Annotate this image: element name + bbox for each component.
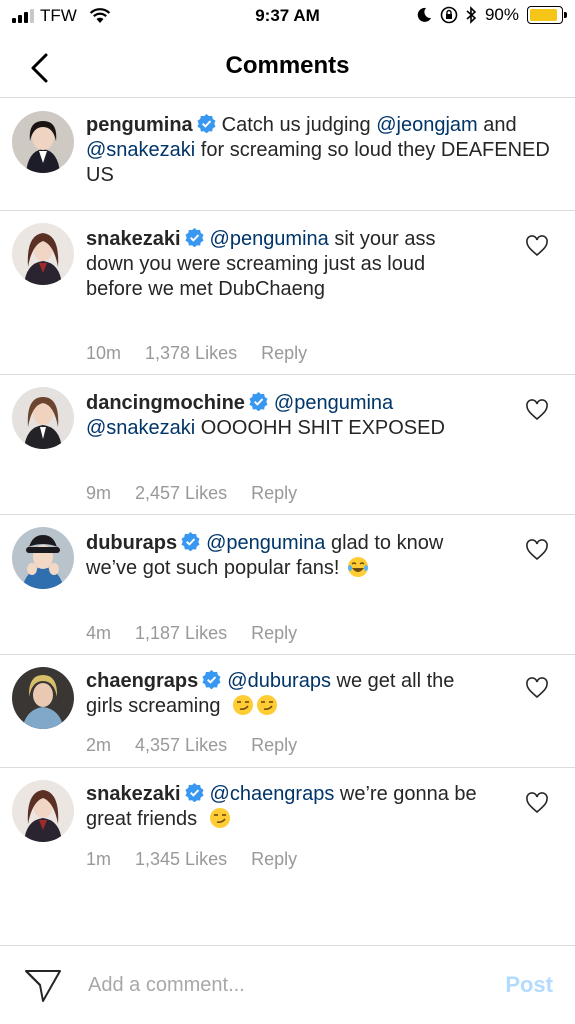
- comment-time: 1m: [86, 849, 112, 869]
- comment-text-block: chaengraps @duburaps we get all the girls…: [86, 669, 486, 719]
- likes-count[interactable]: 1,345 Likes: [135, 849, 227, 870]
- comment-meta: 4m 1,187 Likes Reply: [86, 623, 297, 644]
- verified-badge-icon: [184, 228, 204, 247]
- likes-count[interactable]: 2,457 Likes: [135, 483, 227, 504]
- heart-icon[interactable]: [525, 677, 549, 699]
- bluetooth-icon: [466, 6, 477, 24]
- username[interactable]: chaengraps: [86, 670, 198, 692]
- verified-badge-icon: [181, 532, 200, 551]
- mention-link[interactable]: @pengumina: [206, 532, 325, 554]
- status-bar: TFW 9:37 AM 90%: [0, 0, 575, 34]
- verified-badge-icon: [184, 783, 204, 802]
- mention-link[interactable]: @pengumina: [274, 392, 393, 414]
- caption-text: pengumina Catch us judging @jeongjam and …: [86, 113, 556, 188]
- heart-icon[interactable]: [525, 539, 549, 561]
- comment-item: dancingmochine @pengumina @snakezaki OOOO…: [0, 375, 575, 515]
- status-right: 90%: [416, 5, 567, 25]
- moon-icon: [417, 7, 431, 22]
- heart-icon[interactable]: [525, 235, 549, 257]
- paper-plane-icon[interactable]: [24, 968, 62, 1004]
- avatar[interactable]: [12, 387, 74, 449]
- username[interactable]: duburaps: [86, 532, 177, 554]
- battery-icon: [527, 6, 567, 24]
- post-button[interactable]: Post: [505, 972, 553, 998]
- comment-input[interactable]: [88, 970, 468, 1000]
- mention-link[interactable]: @jeongjam: [376, 114, 477, 136]
- nav-bar: Comments: [0, 34, 575, 98]
- mention-link[interactable]: @chaengraps: [210, 783, 335, 805]
- username[interactable]: snakezaki: [86, 783, 181, 805]
- comment-time: 4m: [86, 623, 112, 643]
- battery-percent: 90%: [484, 5, 519, 24]
- heart-icon[interactable]: [525, 792, 549, 814]
- comment-input-bar: Post: [0, 945, 575, 1024]
- mention-link[interactable]: @duburaps: [227, 670, 331, 692]
- avatar[interactable]: [12, 223, 74, 285]
- comment-text: Catch us judging: [221, 114, 377, 136]
- comment-text-block: duburaps @pengumina glad to know we’ve go…: [86, 531, 486, 581]
- verified-badge-icon: [202, 670, 221, 689]
- smirk-emoji-icon: [209, 808, 230, 828]
- comment-item: snakezaki @chaengraps we’re gonna be grea…: [0, 768, 575, 908]
- likes-count[interactable]: 1,378 Likes: [145, 343, 237, 364]
- avatar[interactable]: [12, 667, 74, 729]
- username[interactable]: dancingmochine: [86, 392, 245, 414]
- comment-time: 9m: [86, 483, 112, 503]
- comment-meta: 9m 2,457 Likes Reply: [86, 483, 297, 504]
- caption-item: pengumina Catch us judging @jeongjam and …: [0, 99, 575, 211]
- battery-fill: [530, 9, 557, 21]
- comment-meta: 1m 1,345 Likes Reply: [86, 849, 297, 870]
- avatar[interactable]: [12, 111, 74, 173]
- comment-meta: 10m 1,378 Likes Reply: [86, 343, 307, 364]
- comment-text-block: dancingmochine @pengumina @snakezaki OOOO…: [86, 391, 486, 441]
- comment-item: snakezaki @pengumina sit your ass down yo…: [0, 211, 575, 375]
- comment-time: 10m: [86, 343, 122, 363]
- comment-time: 2m: [86, 735, 112, 755]
- mention-link[interactable]: @snakezaki: [86, 417, 195, 439]
- mention-link[interactable]: @snakezaki: [86, 139, 195, 161]
- verified-badge-icon: [249, 392, 268, 411]
- reply-button[interactable]: Reply: [251, 483, 297, 504]
- heart-icon[interactable]: [525, 399, 549, 421]
- comment-text-block: snakezaki @chaengraps we’re gonna be grea…: [86, 782, 486, 832]
- avatar[interactable]: [12, 780, 74, 842]
- comment-item: duburaps @pengumina glad to know we’ve go…: [0, 515, 575, 655]
- comment-item: chaengraps @duburaps we get all the girls…: [0, 655, 575, 768]
- tears-of-joy-emoji-icon: [348, 557, 369, 577]
- reply-button[interactable]: Reply: [261, 343, 307, 364]
- likes-count[interactable]: 1,187 Likes: [135, 623, 227, 644]
- verified-badge-icon: [197, 114, 216, 133]
- page-title: Comments: [225, 52, 350, 79]
- smirk-emoji-icon: [233, 695, 254, 715]
- reply-button[interactable]: Reply: [251, 849, 297, 870]
- likes-count[interactable]: 4,357 Likes: [135, 735, 227, 756]
- comment-text-block: snakezaki @pengumina sit your ass down yo…: [86, 227, 486, 302]
- reply-button[interactable]: Reply: [251, 735, 297, 756]
- comment-text: OOOOHH SHIT EXPOSED: [195, 417, 445, 439]
- username[interactable]: pengumina: [86, 114, 193, 136]
- username[interactable]: snakezaki: [86, 228, 181, 250]
- rotation-lock-icon: [440, 6, 458, 24]
- comment-text: and: [477, 114, 517, 136]
- reply-button[interactable]: Reply: [251, 623, 297, 644]
- mention-link[interactable]: @pengumina: [210, 228, 329, 250]
- comment-meta: 2m 4,357 Likes Reply: [86, 735, 297, 756]
- avatar[interactable]: [12, 527, 74, 589]
- smirk-emoji-icon: [257, 695, 278, 715]
